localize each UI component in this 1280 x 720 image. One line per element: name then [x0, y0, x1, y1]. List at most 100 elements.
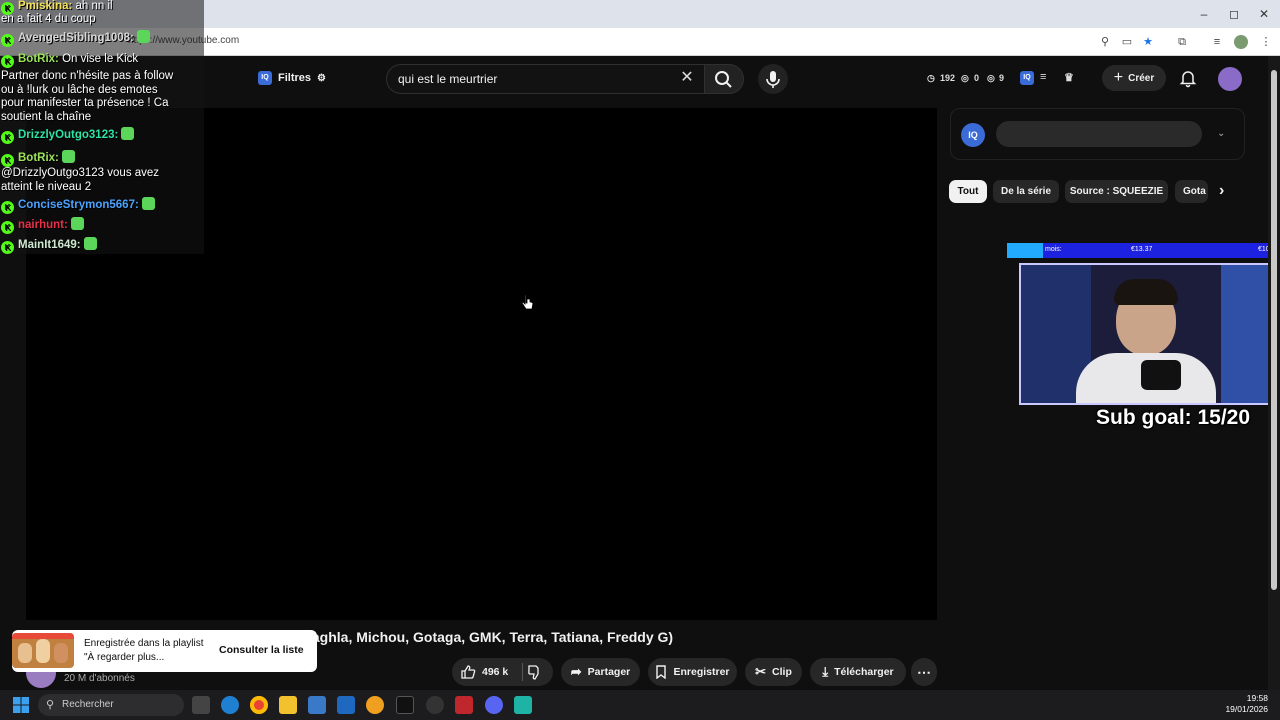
stat-count-b: 9 [999, 73, 1005, 83]
eye-icon: ◎ [961, 73, 969, 83]
filters-label: Filtres [278, 72, 312, 84]
taskbar-search[interactable]: ⚲ Rechercher [38, 694, 184, 716]
chevron-right-icon[interactable]: › [1219, 182, 1224, 200]
save-label: Enregistrer [673, 666, 730, 678]
kick-badge-icon: K [1, 241, 14, 254]
chat-username: AvengedSibling1008: [18, 32, 134, 44]
emote-icon [83, 237, 97, 250]
chip-tout[interactable]: Tout [949, 180, 987, 203]
zoom-icon[interactable]: ⚲ [1098, 35, 1112, 49]
stat-viewers: 192 [940, 73, 956, 83]
search-icon [715, 71, 732, 88]
mail-icon[interactable] [337, 696, 355, 714]
chip-de-la-serie[interactable]: De la série [993, 180, 1059, 203]
chat-username: nairhunt: [18, 219, 68, 231]
chat-text: en a fait 4 du coup [1, 13, 96, 25]
chat-text: @DrizzlyOutgo3123 vous avez [1, 167, 160, 179]
file-explorer-icon[interactable] [279, 696, 297, 714]
filters-button[interactable]: IQ Filtres ⚙ [250, 67, 334, 89]
chat-message-continuation: @DrizzlyOutgo3123 vous avez [1, 167, 159, 181]
terminal-icon[interactable] [396, 696, 414, 714]
emote-icon [136, 30, 150, 43]
close-window-icon[interactable]: ✕ [1256, 6, 1272, 22]
media-control-icon[interactable]: ≡ [1210, 35, 1224, 49]
chip-gotaga[interactable]: Gota [1175, 180, 1208, 203]
user-avatar[interactable] [1218, 67, 1242, 91]
kick-badge-icon: K [1, 201, 14, 214]
windows-start-icon[interactable] [13, 697, 29, 713]
chip-source-squeezie[interactable]: Source : SQUEEZIE [1065, 180, 1168, 203]
chat-username: MainIt1649: [18, 239, 81, 251]
save-button[interactable]: Enregistrer [648, 658, 737, 686]
create-label: Créer [1128, 72, 1155, 84]
share-button[interactable]: ➦ Partager [561, 658, 640, 686]
bookmark-star-icon[interactable]: ★ [1141, 35, 1155, 49]
emote-icon [121, 127, 135, 140]
clip-button[interactable]: ✂ Clip [745, 658, 802, 686]
search-input[interactable] [398, 72, 668, 86]
chat-username: BotRix: [18, 53, 59, 65]
notifications-button[interactable] [1178, 68, 1198, 88]
download-button[interactable]: ⤓ Télécharger [810, 658, 906, 686]
iq-icon[interactable]: IQ [1020, 71, 1034, 85]
chat-text: ah nn il [72, 0, 113, 12]
chevron-down-icon[interactable]: ⌄ [1217, 128, 1225, 139]
goal-current: €13.37 [1131, 246, 1153, 253]
browser-menu-icon[interactable]: ⋮ [1259, 35, 1273, 49]
store-icon[interactable] [308, 696, 326, 714]
cast-icon[interactable]: ▭ [1120, 35, 1134, 49]
chat-message: K AvengedSibling1008: [1, 30, 150, 47]
search-box[interactable] [386, 64, 704, 94]
chat-username: DrizzlyOutgo3123: [18, 129, 119, 141]
search-button[interactable] [704, 64, 744, 94]
maximize-icon[interactable]: ◻ [1226, 6, 1242, 22]
list-icon[interactable]: ≡ [1040, 71, 1046, 83]
app-icon-orange[interactable] [366, 696, 384, 714]
task-view-icon[interactable] [192, 696, 210, 714]
trophy-icon[interactable]: ♛ [1064, 71, 1074, 84]
video-title: laghla, Michou, Gotaga, GMK, Terra, Tati… [308, 629, 674, 645]
scrollbar-thumb[interactable] [1271, 70, 1277, 590]
thumbs-down-icon [528, 665, 539, 680]
dislike-button[interactable] [522, 662, 546, 682]
chat-text: On vise le Kick [58, 53, 139, 65]
clear-search-icon[interactable]: ✕ [679, 69, 695, 87]
profile-avatar-icon[interactable] [1234, 35, 1248, 49]
chat-message-continuation: Partner donc n'hésite pas à follow [1, 70, 173, 84]
iq-placeholder-bar [996, 121, 1202, 147]
chat-text: pour manifester ta présence ! Ca [1, 97, 169, 109]
chat-message-continuation: ou à !lurk ou lâche des emotes [1, 84, 158, 98]
like-count: 496 k [482, 666, 509, 678]
obs-icon[interactable] [426, 696, 444, 714]
chat-username: Pmiskina: [18, 0, 73, 12]
chat-message: Knairhunt: [1, 217, 84, 234]
chat-message: K BotRix: On vise le Kick [1, 53, 138, 68]
chat-message-continuation: soutient la chaîne [1, 111, 91, 125]
discord-icon[interactable] [485, 696, 503, 714]
create-button[interactable]: + Créer [1102, 65, 1166, 91]
streamer-webcam [1019, 263, 1276, 405]
chat-text: Partner donc n'hésite pas à follow [1, 70, 174, 82]
emote-icon [70, 217, 84, 230]
chrome-icon[interactable] [250, 696, 268, 714]
kick-badge-icon: K [1, 131, 14, 144]
chat-message-continuation: atteint le niveau 2 [1, 181, 91, 195]
chat-message: K MainIt1649: [1, 237, 97, 254]
taskbar-clock[interactable]: 19:58 19/01/2026 [1218, 693, 1268, 715]
voice-search-button[interactable] [758, 64, 788, 94]
view-list-button[interactable]: Consulter la liste [219, 644, 304, 656]
more-actions-button[interactable]: ⋯ [911, 658, 937, 686]
goal-label: mois: [1045, 246, 1062, 253]
donation-goal-fill [1007, 243, 1043, 258]
kick-badge-icon: K [1, 221, 14, 234]
chat-text: soutient la chaîne [1, 111, 92, 123]
edge-icon[interactable] [221, 696, 239, 714]
download-icon: ⤓ [822, 664, 829, 679]
extensions-icon[interactable]: ⧉ [1175, 35, 1189, 49]
bookmark-icon [656, 665, 667, 679]
voicemeeter-icon[interactable] [455, 696, 473, 714]
app-icon-teal[interactable] [514, 696, 532, 714]
minimize-icon[interactable]: – [1196, 6, 1212, 22]
sliders-icon: ⚙ [317, 72, 326, 84]
iq-extension-icon: IQ [258, 71, 272, 85]
